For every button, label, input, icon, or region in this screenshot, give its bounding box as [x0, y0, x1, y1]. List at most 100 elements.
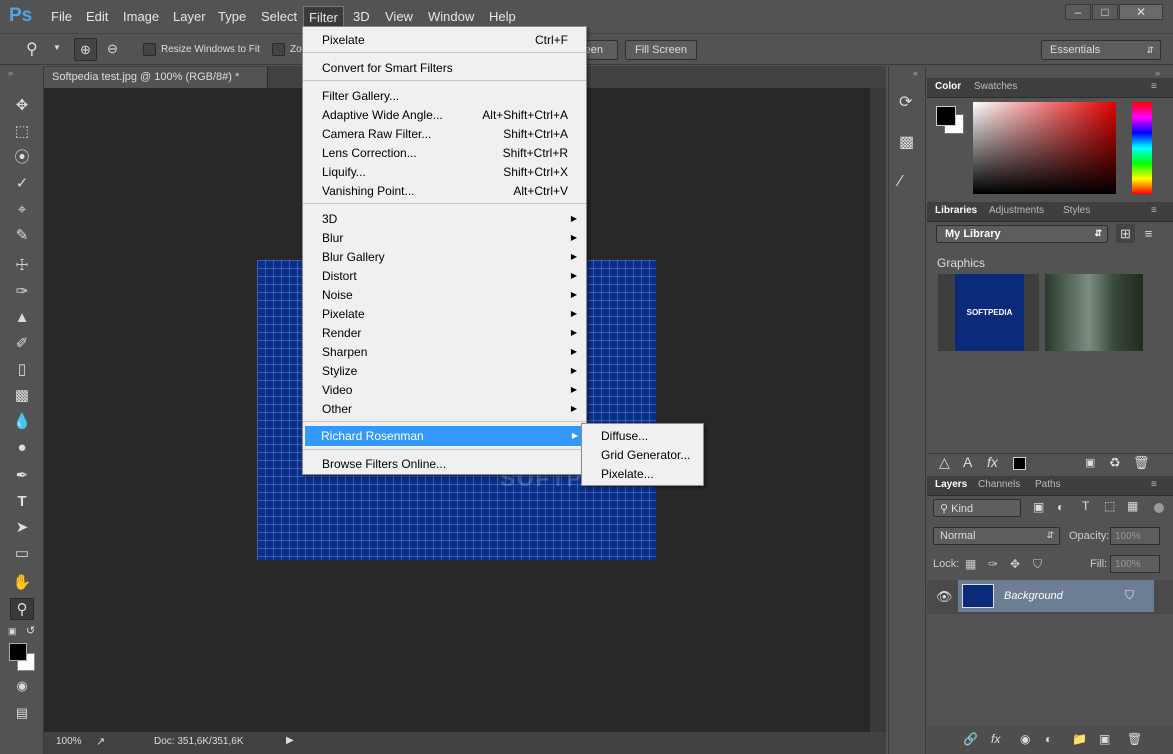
menu-item-vanishing-point[interactable]: Vanishing Point...	[322, 184, 415, 198]
menu-item-adaptive-wide-angle[interactable]: Adaptive Wide Angle...	[322, 108, 443, 122]
stock-icon[interactable]: ▣	[1085, 456, 1095, 469]
vertical-scrollbar[interactable]	[870, 88, 886, 732]
zoom-level[interactable]: 100%	[56, 736, 82, 747]
menu-image[interactable]: Image	[123, 9, 159, 24]
zoom-in-icon[interactable]: ⊕	[74, 38, 97, 61]
document-tab[interactable]: Softpedia test.jpg @ 100% (RGB/8#) *	[44, 67, 268, 88]
hue-slider[interactable]	[1132, 102, 1152, 194]
menu-item-last-filter[interactable]: Pixelate	[322, 33, 365, 47]
opacity-field[interactable]: 100%	[1110, 527, 1160, 545]
adjustment-layer-icon[interactable]: ◐	[1045, 732, 1052, 746]
close-button[interactable]: ✕	[1119, 4, 1163, 20]
menu-item-video[interactable]: Video	[322, 383, 352, 397]
tab-adjustments[interactable]: Adjustments	[989, 205, 1044, 216]
blend-mode-dropdown[interactable]: Normal ⇵	[933, 527, 1060, 545]
maximize-button[interactable]: □	[1092, 4, 1118, 20]
tab-swatches[interactable]: Swatches	[974, 81, 1017, 92]
dodge-tool-icon[interactable]: ●	[10, 437, 34, 459]
type-filter-icon[interactable]: T	[1082, 499, 1089, 513]
menu-view[interactable]: View	[385, 9, 413, 24]
chevron-down-icon[interactable]: ▼	[53, 43, 61, 52]
layer-row[interactable]: 👁 Background ⛉	[927, 580, 1173, 614]
menu-item-browse-online[interactable]: Browse Filters Online...	[322, 457, 446, 471]
history-panel-icon[interactable]: ⟳	[899, 92, 912, 112]
healing-brush-tool-icon[interactable]: ☩	[10, 255, 34, 277]
collapse-arrows-icon[interactable]: «	[913, 68, 918, 78]
trash-icon[interactable]: 🗑	[1127, 732, 1142, 746]
eye-icon[interactable]: 👁	[936, 589, 953, 605]
adjustment-filter-icon[interactable]: ◐	[1057, 500, 1064, 514]
forest-image-thumb[interactable]	[1045, 274, 1143, 351]
tab-libraries[interactable]: Libraries	[935, 205, 977, 216]
hand-tool-icon[interactable]: ✋	[10, 572, 34, 594]
shape-filter-icon[interactable]: ⬚	[1104, 499, 1115, 513]
library-dropdown[interactable]: My Library ⇵	[936, 225, 1108, 243]
menu-window[interactable]: Window	[428, 9, 474, 24]
foreground-color-swatch[interactable]	[936, 106, 956, 126]
fill-field[interactable]: 100%	[1110, 555, 1160, 573]
quick-mask-icon[interactable]: ◉	[10, 675, 34, 697]
add-layer-style-icon[interactable]: fx	[987, 454, 998, 470]
menu-select[interactable]: Select	[261, 9, 297, 24]
lock-position-icon[interactable]: ✥	[1010, 557, 1020, 571]
paragraph-panel-icon[interactable]: ∕	[899, 173, 902, 191]
resize-windows-checkbox[interactable]	[143, 43, 156, 56]
collapse-arrows-icon[interactable]: »	[1155, 68, 1160, 78]
menu-edit[interactable]: Edit	[86, 9, 108, 24]
submenu-item-pixelate[interactable]: Pixelate...	[601, 467, 654, 481]
cloud-sync-icon[interactable]: ♻	[1109, 455, 1121, 471]
tab-channels[interactable]: Channels	[978, 479, 1020, 490]
menu-item-filter-gallery[interactable]: Filter Gallery...	[322, 89, 399, 103]
fx-icon[interactable]: fx	[991, 732, 1000, 746]
add-color-icon[interactable]	[1013, 457, 1026, 470]
zoom-all-windows-checkbox[interactable]	[272, 43, 285, 56]
menu-item-pixelate[interactable]: Pixelate	[322, 307, 365, 321]
lasso-tool-icon[interactable]: ⦿	[10, 147, 34, 169]
menu-item-other[interactable]: Other	[322, 402, 352, 416]
tab-layers[interactable]: Layers	[935, 479, 967, 490]
filter-toggle-icon[interactable]	[1154, 503, 1164, 513]
status-menu-arrow-icon[interactable]: ▶	[286, 735, 294, 746]
menu-item-blur-gallery[interactable]: Blur Gallery	[322, 250, 385, 264]
collapse-arrows-icon[interactable]: »	[8, 68, 13, 78]
tab-styles[interactable]: Styles	[1063, 205, 1090, 216]
submenu-item-diffuse[interactable]: Diffuse...	[601, 429, 648, 443]
history-brush-tool-icon[interactable]: ✐	[10, 333, 34, 355]
menu-item-lens-correction[interactable]: Lens Correction...	[322, 146, 417, 160]
lock-all-icon[interactable]: ⛉	[1033, 557, 1042, 572]
tab-paths[interactable]: Paths	[1035, 479, 1061, 490]
menu-item-convert-smart[interactable]: Convert for Smart Filters	[322, 61, 453, 75]
new-group-icon[interactable]: 📁	[1072, 732, 1087, 746]
menu-item-noise[interactable]: Noise	[322, 288, 353, 302]
lock-image-icon[interactable]: ✑	[988, 557, 998, 571]
move-tool-icon[interactable]: ✥	[10, 95, 34, 117]
menu-item-camera-raw[interactable]: Camera Raw Filter...	[322, 127, 431, 141]
clone-stamp-tool-icon[interactable]: ▲	[10, 307, 34, 329]
fill-screen-button[interactable]: Fill Screen	[625, 40, 697, 60]
list-view-icon[interactable]: ≡	[1139, 224, 1158, 243]
library-graphic-thumb[interactable]: SOFTPEDIA	[938, 274, 1039, 351]
color-field[interactable]	[973, 102, 1116, 194]
grid-view-icon[interactable]: ⊞	[1116, 224, 1135, 243]
panel-menu-icon[interactable]: ≡	[1151, 81, 1157, 92]
menu-3d[interactable]: 3D	[353, 9, 370, 24]
type-tool-icon[interactable]: T	[10, 491, 34, 513]
submenu-item-grid-generator[interactable]: Grid Generator...	[601, 448, 690, 462]
panel-menu-icon[interactable]: ≡	[1151, 205, 1157, 216]
menu-item-3d[interactable]: 3D	[322, 212, 337, 226]
menu-item-render[interactable]: Render	[322, 326, 361, 340]
tab-color[interactable]: Color	[935, 81, 961, 92]
lock-transparent-icon[interactable]: ▦	[965, 557, 976, 571]
marquee-tool-icon[interactable]: ⬚	[10, 121, 34, 143]
menu-type[interactable]: Type	[218, 9, 246, 24]
crop-tool-icon[interactable]: ⌖	[10, 199, 34, 221]
quick-selection-tool-icon[interactable]: ✓	[10, 173, 34, 195]
swap-colors-icon[interactable]: ↺	[26, 624, 35, 637]
link-layers-icon[interactable]: 🔗	[963, 732, 978, 746]
add-graphic-icon[interactable]: △	[939, 454, 950, 471]
zoom-out-icon[interactable]: ⊖	[101, 38, 124, 61]
pixel-filter-icon[interactable]: ▣	[1033, 500, 1044, 514]
brush-tool-icon[interactable]: ✑	[10, 281, 34, 303]
pen-tool-icon[interactable]: ✒	[10, 465, 34, 487]
path-selection-tool-icon[interactable]: ➤	[10, 517, 34, 539]
